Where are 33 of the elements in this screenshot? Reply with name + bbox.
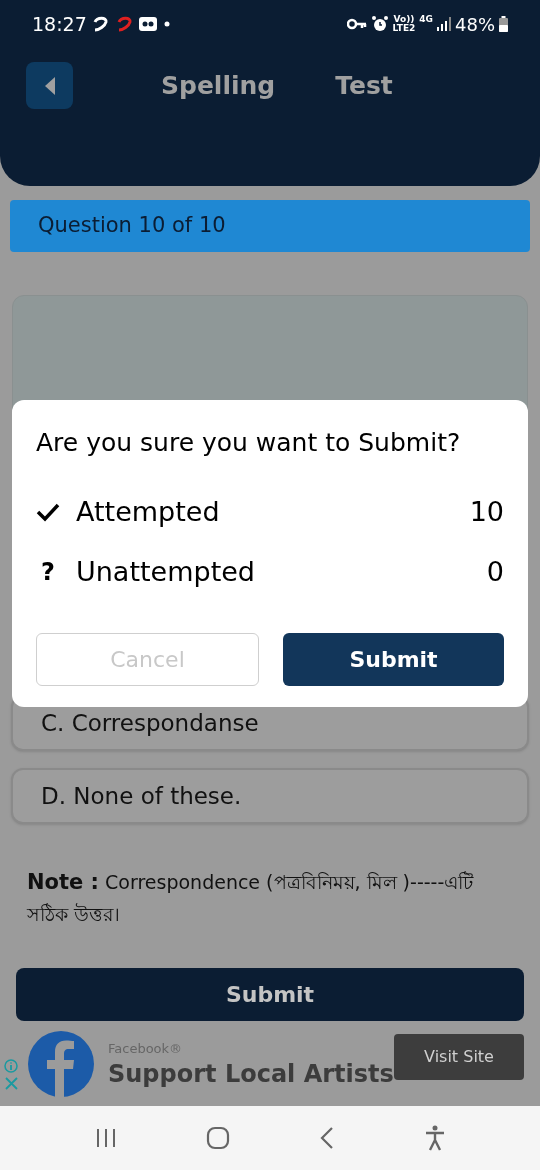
answer-option[interactable]: D. None of these. <box>11 768 529 824</box>
dialog-title: Are you sure you want to Submit? <box>36 427 462 459</box>
back-icon[interactable] <box>318 1126 335 1150</box>
battery-icon <box>499 16 508 32</box>
question-mark: ? <box>40 557 56 589</box>
signal-icon <box>437 17 451 31</box>
checkmark-icon <box>36 501 60 522</box>
ad-headline: Support Local Artists <box>108 1058 394 1089</box>
voicemail-icon <box>138 17 157 31</box>
status-label: Unattempted <box>76 555 255 589</box>
volte-label: Vo)) <box>393 15 415 24</box>
back-button[interactable] <box>26 62 73 109</box>
status-count: 0 <box>486 555 504 589</box>
facebook-logo <box>28 1031 94 1097</box>
recent-apps-icon[interactable] <box>94 1128 117 1148</box>
question-counter: Question 10 of 10 <box>38 212 226 240</box>
submit-button[interactable]: Submit <box>16 968 524 1021</box>
home-icon[interactable] <box>205 1126 230 1150</box>
volte-label: LTE2 <box>392 24 416 33</box>
dialog-submit-button[interactable]: Submit <box>283 632 504 686</box>
accessibility-icon[interactable] <box>423 1125 446 1151</box>
caret-left-icon <box>43 76 56 95</box>
key-icon <box>346 18 367 30</box>
status-time: 18:27 <box>32 11 87 37</box>
status-label: Attempted <box>76 494 220 529</box>
network-type-label: 4G <box>419 14 433 24</box>
header-title: Test <box>335 69 393 102</box>
alarm-icon <box>370 15 389 33</box>
header-title: Spelling <box>161 69 276 102</box>
battery-percent: 48% <box>455 12 495 37</box>
visit-site-button[interactable]: Visit Site <box>394 1034 524 1080</box>
status-count: 10 <box>469 494 504 529</box>
note-text: Note : Correspondence (পত্রবিনিময়, মিল )-----এটি সঠিক উত্তর। <box>27 869 475 927</box>
